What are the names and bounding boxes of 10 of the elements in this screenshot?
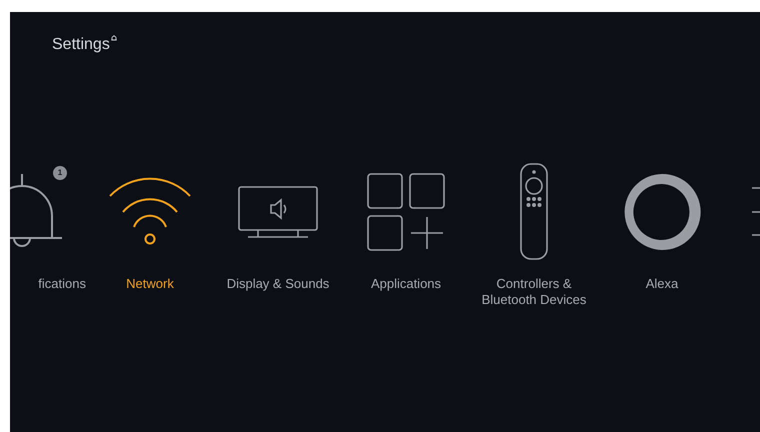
menu-item-label[interactable]: Controllers & Bluetooth Devices xyxy=(472,276,596,308)
menu-item-label[interactable]: Applications xyxy=(344,276,468,292)
list-lines-icon[interactable] xyxy=(751,187,760,236)
bell-icon xyxy=(110,35,117,42)
page-title: Settings xyxy=(52,35,110,55)
menu-item-label[interactable]: Alexa xyxy=(600,276,724,292)
menu-item-label[interactable]: Display & Sounds xyxy=(216,276,340,292)
notification-count-badge: 1 xyxy=(53,166,67,180)
menu-item-label[interactable]: fications xyxy=(10,276,86,292)
menu-item-label[interactable]: Network xyxy=(88,276,212,292)
